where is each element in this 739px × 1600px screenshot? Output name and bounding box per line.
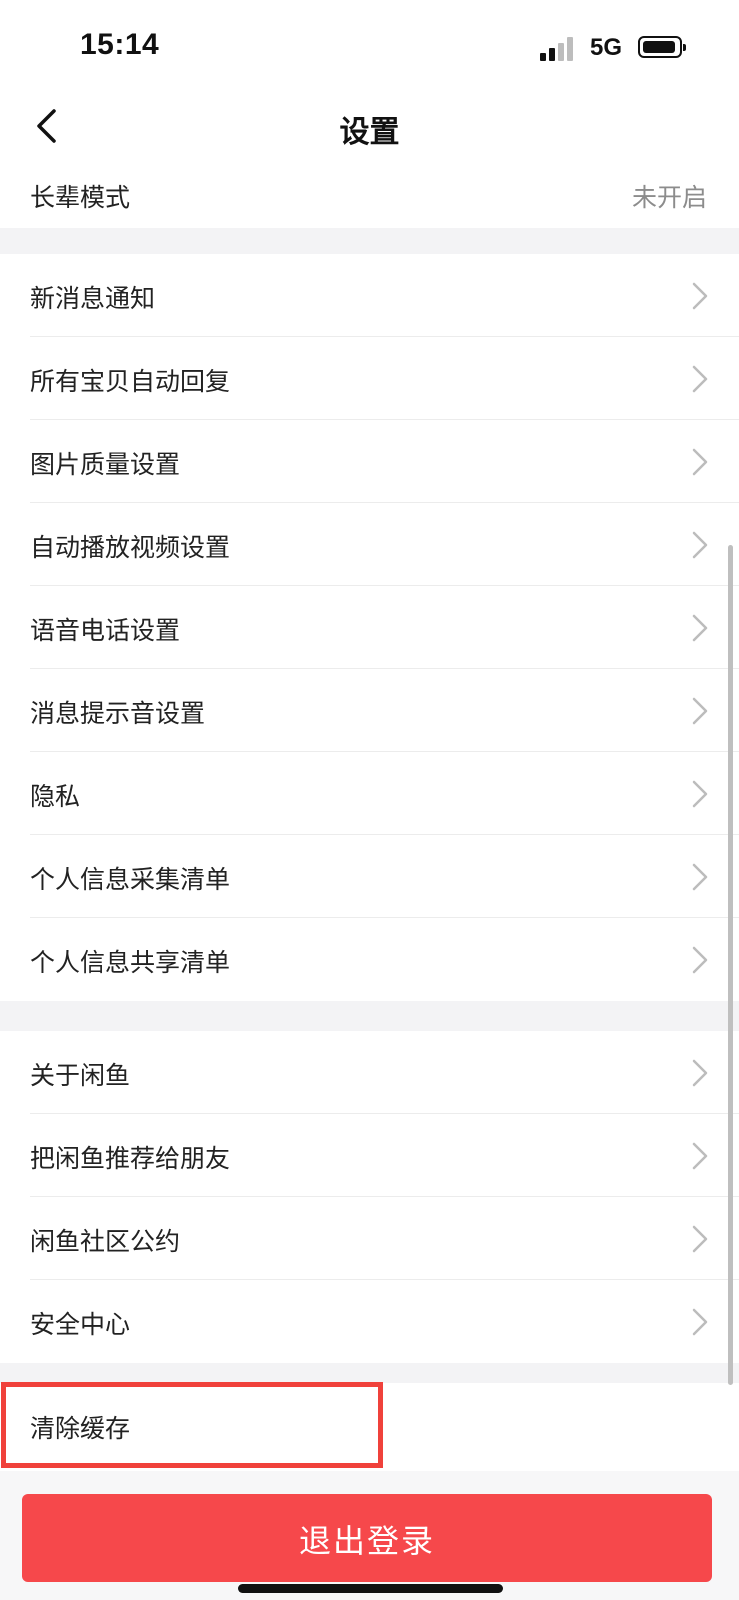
settings-item-info-collection-list[interactable]: 个人信息采集清单 [0, 835, 739, 918]
logout-label: 退出登录 [298, 1522, 435, 1560]
chevron-right-icon [692, 697, 708, 725]
section-gap [0, 1001, 739, 1031]
battery-icon [638, 36, 686, 58]
chevron-right-icon [692, 1142, 708, 1170]
elder-mode-label: 长辈模式 [30, 183, 131, 212]
status-time: 15:14 [80, 28, 160, 61]
settings-item-label: 安全中心 [30, 1310, 131, 1339]
settings-item-label: 个人信息采集清单 [30, 865, 231, 894]
section-gap [0, 228, 739, 254]
chevron-right-icon [692, 614, 708, 642]
settings-item-label: 个人信息共享清单 [30, 948, 231, 977]
settings-item-info-sharing-list[interactable]: 个人信息共享清单 [0, 918, 739, 1001]
settings-item-new-message-notify[interactable]: 新消息通知 [0, 254, 739, 337]
chevron-right-icon [692, 1059, 708, 1087]
scrollbar[interactable] [728, 545, 733, 1385]
settings-item-privacy[interactable]: 隐私 [0, 752, 739, 835]
settings-item-about[interactable]: 关于闲鱼 [0, 1031, 739, 1114]
chevron-right-icon [692, 448, 708, 476]
highlight-box [1, 1382, 383, 1468]
chevron-right-icon [692, 780, 708, 808]
settings-item-label: 图片质量设置 [30, 450, 181, 479]
network-label: 5G [590, 34, 623, 61]
chevron-right-icon [692, 946, 708, 974]
chevron-right-icon [692, 863, 708, 891]
settings-item-auto-reply[interactable]: 所有宝贝自动回复 [0, 337, 739, 420]
settings-item-image-quality[interactable]: 图片质量设置 [0, 420, 739, 503]
home-indicator [238, 1584, 503, 1593]
elder-mode-row[interactable]: 长辈模式 未开启 [0, 162, 739, 228]
elder-mode-value: 未开启 [631, 183, 707, 212]
settings-item-label: 自动播放视频设置 [30, 533, 231, 562]
chevron-right-icon [692, 282, 708, 310]
status-bar: 15:14 5G [0, 0, 739, 95]
page-title: 设置 [339, 115, 400, 150]
settings-item-community-rules[interactable]: 闲鱼社区公约 [0, 1197, 739, 1280]
signal-icon [540, 37, 576, 61]
logout-button[interactable]: 退出登录 [22, 1494, 712, 1582]
chevron-right-icon [692, 1308, 708, 1336]
nav-bar: 设置 [0, 95, 739, 157]
section-gap [0, 1363, 739, 1383]
chevron-right-icon [692, 531, 708, 559]
settings-item-label: 隐私 [30, 782, 81, 811]
settings-item-message-sound[interactable]: 消息提示音设置 [0, 669, 739, 752]
settings-item-label: 消息提示音设置 [30, 699, 206, 728]
settings-item-label: 语音电话设置 [30, 616, 181, 645]
settings-item-label: 把闲鱼推荐给朋友 [30, 1144, 231, 1173]
settings-item-label: 闲鱼社区公约 [30, 1227, 181, 1256]
settings-group-1: 新消息通知 所有宝贝自动回复 图片质量设置 自动播放视频设置 语音电话设置 消息… [0, 254, 739, 1001]
settings-group-2: 关于闲鱼 把闲鱼推荐给朋友 闲鱼社区公约 安全中心 [0, 1031, 739, 1363]
settings-item-voice-call[interactable]: 语音电话设置 [0, 586, 739, 669]
settings-item-recommend[interactable]: 把闲鱼推荐给朋友 [0, 1114, 739, 1197]
chevron-right-icon [692, 1225, 708, 1253]
settings-item-label: 新消息通知 [30, 284, 156, 313]
settings-item-label: 所有宝贝自动回复 [30, 367, 231, 396]
settings-item-autoplay-video[interactable]: 自动播放视频设置 [0, 503, 739, 586]
chevron-right-icon [692, 365, 708, 393]
settings-item-label: 关于闲鱼 [30, 1061, 131, 1090]
settings-item-security-center[interactable]: 安全中心 [0, 1280, 739, 1363]
